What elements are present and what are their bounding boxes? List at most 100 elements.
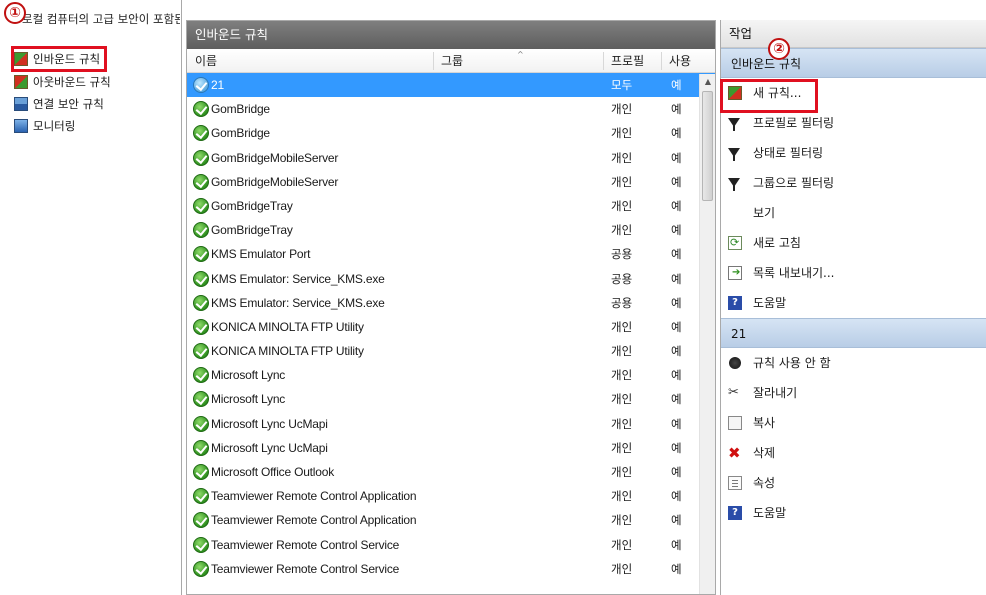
rule-profile: 개인 bbox=[611, 392, 633, 407]
column-separator[interactable] bbox=[603, 52, 604, 70]
action-item[interactable]: 보기 bbox=[721, 198, 986, 228]
action-item[interactable]: 새 규칙... bbox=[720, 78, 986, 113]
column-header-profile[interactable]: 프로필 bbox=[611, 49, 644, 73]
rule-name: Microsoft Lync UcMapi bbox=[211, 416, 328, 431]
rule-enabled: 예 bbox=[671, 513, 682, 528]
actions-section-inbound: 새 규칙... 프로필로 필터링상태로 필터링그룹으로 필터링보기새로 고침목록 … bbox=[720, 78, 986, 318]
action-item[interactable]: ✖ 삭제 bbox=[721, 438, 986, 468]
action-item[interactable]: ? 도움말 bbox=[721, 288, 986, 318]
filter-icon bbox=[728, 118, 740, 131]
rule-enabled-check-icon bbox=[193, 77, 209, 93]
action-label: 삭제 bbox=[753, 446, 776, 460]
actions-panel: 작업 인바운드 규칙 새 규칙... 프로필로 필터링 상태로 필터링그룹으로 필터… bbox=[720, 20, 986, 595]
rule-profile: 개인 bbox=[611, 344, 633, 359]
rule-name: KONICA MINOLTA FTP Utility bbox=[211, 344, 364, 359]
action-item[interactable]: 상태로 필터링 bbox=[721, 138, 986, 168]
table-row[interactable]: KMS Emulator: Service_KMS.exe 공용 예 bbox=[187, 267, 715, 291]
scroll-up-arrow-icon[interactable]: ▲ bbox=[700, 74, 715, 90]
outbound-rules-icon bbox=[14, 75, 28, 89]
action-label: 그룹으로 필터링 bbox=[753, 176, 835, 190]
action-item[interactable]: 그룹으로 필터링 bbox=[721, 168, 986, 198]
action-item[interactable]: ? 도움말 bbox=[721, 498, 986, 528]
delete-icon: ✖ bbox=[728, 444, 741, 462]
tree-item-inbound-rules[interactable]: 인바운드 규칙 bbox=[10, 46, 108, 72]
column-separator[interactable] bbox=[661, 52, 662, 70]
table-row[interactable]: KMS Emulator Port 공용 예 bbox=[187, 242, 715, 266]
action-item[interactable]: 복사 bbox=[721, 408, 986, 438]
rule-enabled: 예 bbox=[671, 102, 682, 117]
rule-enabled: 예 bbox=[671, 344, 682, 359]
table-row[interactable]: KONICA MINOLTA FTP Utility 개인 예 bbox=[187, 315, 715, 339]
inbound-rules-icon bbox=[14, 52, 28, 66]
rule-enabled: 예 bbox=[671, 319, 682, 334]
column-header-row: 이름 그룹 ^ 프로필 사용 bbox=[187, 49, 715, 73]
actions-title: 작업 bbox=[721, 20, 986, 48]
rule-profile: 개인 bbox=[611, 440, 633, 455]
table-row[interactable]: GomBridgeMobileServer 개인 예 bbox=[187, 146, 715, 170]
column-header-enabled[interactable]: 사용 bbox=[669, 49, 691, 73]
rule-profile: 개인 bbox=[611, 416, 633, 431]
action-label: 새로 고침 bbox=[753, 236, 801, 250]
rule-name: Microsoft Lync UcMapi bbox=[211, 440, 328, 455]
rule-enabled-check-icon bbox=[193, 149, 209, 166]
table-row[interactable]: Microsoft Office Outlook 개인 예 bbox=[187, 460, 715, 484]
new-rule-icon bbox=[728, 86, 742, 100]
column-header-group[interactable]: 그룹 bbox=[441, 49, 463, 73]
action-label: 도움말 bbox=[753, 506, 787, 520]
help-icon: ? bbox=[728, 296, 742, 310]
action-item[interactable]: 속성 bbox=[721, 468, 986, 498]
rule-name: Teamviewer Remote Control Application bbox=[211, 489, 417, 504]
tree-item-connection-security[interactable]: 연결 보안 규칙 bbox=[14, 94, 104, 114]
table-row[interactable]: KMS Emulator: Service_KMS.exe 공용 예 bbox=[187, 291, 715, 315]
rule-name: KMS Emulator: Service_KMS.exe bbox=[211, 271, 385, 286]
table-row[interactable]: GomBridgeMobileServer 개인 예 bbox=[187, 170, 715, 194]
action-item[interactable]: 목록 내보내기... bbox=[721, 258, 986, 288]
help-icon: ? bbox=[728, 506, 742, 520]
annotation-badge-1: ① bbox=[4, 2, 26, 24]
table-row[interactable]: GomBridge 개인 예 bbox=[187, 121, 715, 145]
rule-enabled-check-icon bbox=[193, 560, 209, 577]
table-row[interactable]: GomBridgeTray 개인 예 bbox=[187, 218, 715, 242]
table-row[interactable]: Teamviewer Remote Control Service 개인 예 bbox=[187, 557, 715, 581]
cut-icon: ✂ bbox=[728, 385, 739, 400]
table-row[interactable]: Teamviewer Remote Control Application 개인 예 bbox=[187, 508, 715, 532]
actions-section-header-inbound[interactable]: 인바운드 규칙 bbox=[721, 48, 986, 78]
rule-profile: 개인 bbox=[611, 150, 633, 165]
rule-enabled: 예 bbox=[671, 198, 682, 213]
column-separator[interactable] bbox=[433, 52, 434, 70]
tree-item-label: 인바운드 규칙 bbox=[33, 52, 101, 66]
rule-enabled-check-icon bbox=[193, 512, 209, 529]
table-row[interactable]: Microsoft Lync 개인 예 bbox=[187, 387, 715, 411]
connection-security-icon bbox=[14, 97, 28, 111]
action-item[interactable]: 새로 고침 bbox=[721, 228, 986, 258]
rule-profile: 개인 bbox=[611, 465, 633, 479]
table-row[interactable]: Teamviewer Remote Control Application 개인 예 bbox=[187, 484, 715, 508]
table-row[interactable]: Microsoft Lync UcMapi 개인 예 bbox=[187, 436, 715, 460]
actions-section-header-selected-rule[interactable]: 21 bbox=[721, 318, 986, 348]
action-item[interactable]: ✂ 잘라내기 bbox=[721, 378, 986, 408]
action-label: 규칙 사용 안 함 bbox=[753, 356, 831, 370]
tree-item-outbound-rules[interactable]: 아웃바운드 규칙 bbox=[14, 72, 111, 92]
tree-root-label[interactable]: 로컬 컴퓨터의 고급 보안이 포함된 bbox=[22, 10, 180, 28]
action-item[interactable]: 규칙 사용 안 함 bbox=[721, 348, 986, 378]
rule-profile: 모두 bbox=[611, 78, 633, 92]
tree-item-monitoring[interactable]: 모니터링 bbox=[14, 116, 75, 136]
table-row[interactable]: KONICA MINOLTA FTP Utility 개인 예 bbox=[187, 339, 715, 363]
rule-name: GomBridgeTray bbox=[211, 198, 293, 213]
table-row[interactable]: Teamviewer Remote Control Service 개인 예 bbox=[187, 533, 715, 557]
table-row[interactable]: GomBridge 개인 예 bbox=[187, 97, 715, 121]
vertical-scrollbar[interactable]: ▲ bbox=[699, 74, 715, 594]
table-row[interactable]: GomBridgeTray 개인 예 bbox=[187, 194, 715, 218]
column-header-name[interactable]: 이름 bbox=[195, 49, 217, 73]
rule-name: Teamviewer Remote Control Service bbox=[211, 561, 400, 576]
rule-name: Teamviewer Remote Control Service bbox=[211, 537, 400, 552]
rule-name: GomBridge bbox=[211, 102, 270, 117]
table-row[interactable]: Microsoft Lync UcMapi 개인 예 bbox=[187, 412, 715, 436]
rule-profile: 공용 bbox=[611, 247, 633, 262]
table-row[interactable]: Microsoft Lync 개인 예 bbox=[187, 363, 715, 387]
rule-enabled-check-icon bbox=[193, 367, 209, 384]
scroll-thumb[interactable] bbox=[702, 91, 713, 201]
action-item[interactable]: 프로필로 필터링 bbox=[721, 108, 986, 138]
rule-enabled-check-icon bbox=[193, 101, 209, 118]
table-row[interactable]: 21 모두 예 bbox=[187, 73, 715, 98]
